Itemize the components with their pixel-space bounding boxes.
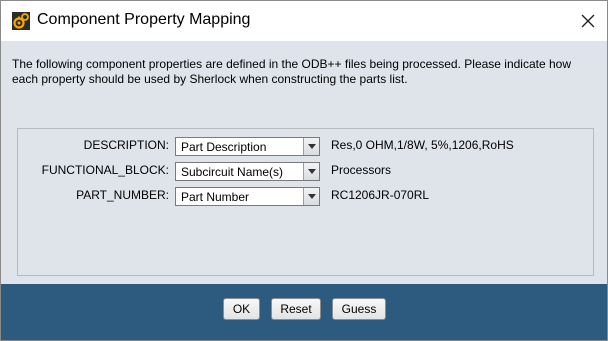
- selected-value: Part Number: [181, 190, 250, 204]
- close-button[interactable]: [575, 9, 601, 33]
- sample-value-functional-block: Processors: [331, 163, 392, 177]
- mapping-row-description: DESCRIPTION: Part Description Res,0 OHM,…: [18, 136, 593, 158]
- mapping-row-part-number: PART_NUMBER: Part Number RC1206JR-070RL: [18, 186, 593, 208]
- part-number-mapping-select[interactable]: Part Number: [175, 187, 320, 206]
- button-bar: OK Reset Guess: [1, 284, 607, 340]
- selected-value: Part Description: [181, 140, 267, 154]
- property-label-functional-block: FUNCTIONAL_BLOCK:: [41, 163, 169, 177]
- dropdown-arrow-icon[interactable]: [303, 188, 319, 205]
- title-bar: Component Property Mapping: [1, 1, 607, 41]
- property-label-description: DESCRIPTION:: [83, 138, 169, 152]
- reset-button[interactable]: Reset: [271, 298, 321, 320]
- sherlock-app-icon: [12, 12, 30, 30]
- property-label-part-number: PART_NUMBER:: [76, 188, 169, 202]
- sample-value-part-number: RC1206JR-070RL: [331, 188, 430, 202]
- property-mapping-panel: DESCRIPTION: Part Description Res,0 OHM,…: [17, 128, 594, 276]
- instruction-message: The following component properties are d…: [12, 57, 572, 86]
- dropdown-arrow-icon[interactable]: [303, 138, 319, 155]
- dialog-window: Component Property Mapping The following…: [0, 0, 608, 341]
- selected-value: Subcircuit Name(s): [181, 165, 284, 179]
- dropdown-arrow-icon[interactable]: [303, 163, 319, 180]
- dialog-title: Component Property Mapping: [37, 11, 251, 28]
- description-mapping-select[interactable]: Part Description: [175, 137, 320, 156]
- functional-block-mapping-select[interactable]: Subcircuit Name(s): [175, 162, 320, 181]
- ok-button[interactable]: OK: [223, 298, 260, 320]
- sample-value-description: Res,0 OHM,1/8W, 5%,1206,RoHS: [331, 138, 514, 152]
- dialog-content: The following component properties are d…: [1, 41, 607, 284]
- guess-button[interactable]: Guess: [332, 298, 386, 320]
- close-icon: [581, 14, 595, 28]
- mapping-row-functional-block: FUNCTIONAL_BLOCK: Subcircuit Name(s) Pro…: [18, 161, 593, 183]
